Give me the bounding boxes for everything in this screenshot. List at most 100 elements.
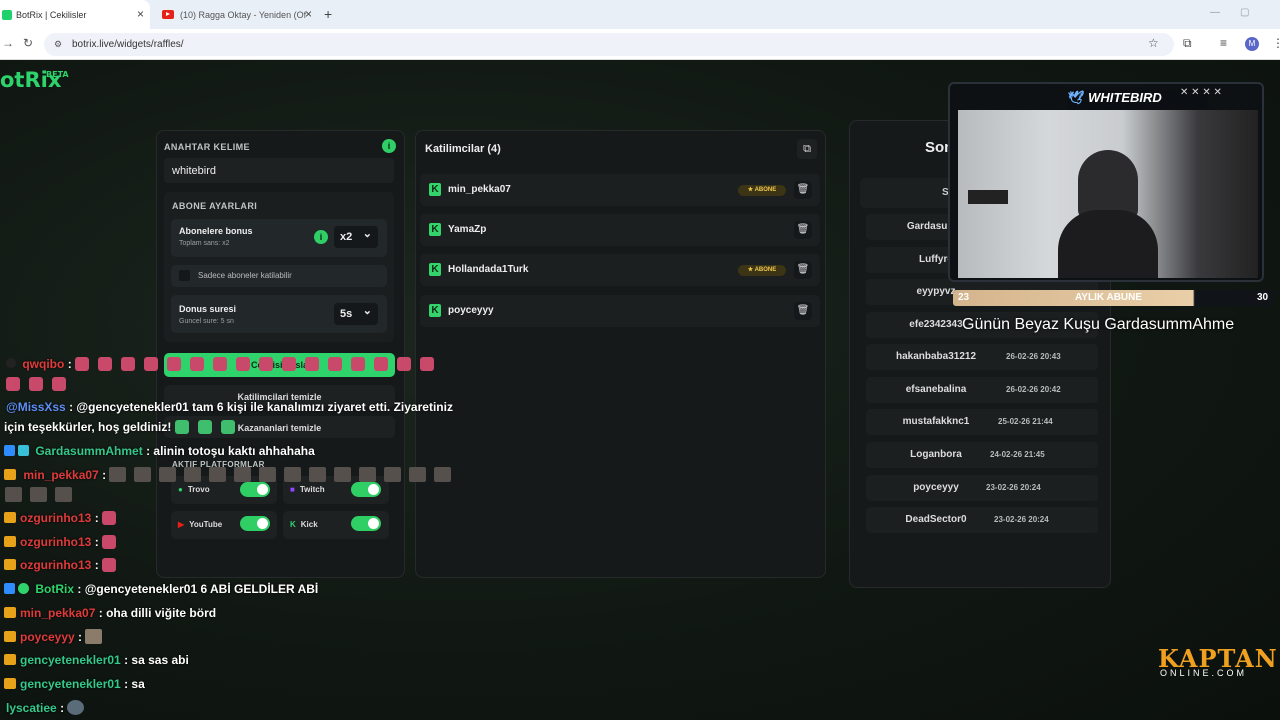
emote-icon [174,420,189,434]
bot-badge-icon [4,445,15,456]
copy-icon[interactable]: ⧉ [797,139,817,159]
emote-icon [409,467,427,482]
winner-name: Loganbora [910,449,962,460]
emote-icon [220,420,235,434]
media-icon[interactable]: ≡ [1220,36,1227,50]
participant-name: Hollandada1Turk [448,264,529,275]
emote-icon [102,535,117,549]
sub-settings-label: ABONE AYARLARI [172,201,258,211]
chat-message: : [94,535,99,549]
winner-row: hakanbaba31212 26-02-26 20:43 [866,344,1098,370]
kick-icon: K [429,183,441,196]
info-icon[interactable]: i [314,230,328,244]
youtube-label: ▶ YouTube [178,520,222,529]
chat-username: qwqibo [22,357,65,371]
emote-icon [236,357,251,371]
kick-toggle[interactable] [351,516,381,531]
chat-line-wrap: için teşekkürler, hoş geldiniz! [4,420,244,434]
emote-icon [102,511,117,525]
chat-message: için teşekkürler, hoş geldiniz! [4,420,172,434]
emote-icon [144,357,159,371]
cam-decoration-icon: ✕ ✕ ✕ ✕ [1180,87,1222,98]
user-badge-icon [6,358,16,368]
sub-bonus-title: Abonelere bonus [179,226,253,236]
platform-name: Trovo [187,485,210,494]
kick-icon: K [429,223,441,236]
chat-message: : oha dilli viğite börd [98,606,217,620]
chat-message: : sa sas abi [124,653,189,667]
chat-line: gencyetenekler01 : sa [4,677,145,691]
chat-message: : [94,511,99,525]
address-bar[interactable]: ⚙ botrix.live/widgets/raffles/ [44,33,1174,56]
emote-icon [213,357,228,371]
chat-line-wrap [6,377,75,391]
bookmark-star-icon[interactable]: ☆ [1148,36,1159,50]
chat-message: : [68,357,443,371]
chat-username: gencyetenekler01 [20,653,121,667]
trovo-toggle[interactable] [240,482,270,497]
minimize-icon[interactable]: — [1210,7,1220,18]
only-subs-checkbox[interactable] [179,270,190,281]
winner-row: poyceyyy 23-02-26 20:24 [866,475,1098,501]
spin-duration-select[interactable]: 5s [334,303,378,325]
extensions-icon[interactable]: ⧉ [1183,36,1192,51]
botrix-logo[interactable]: otRix BETA [0,68,69,92]
spin-duration-subtitle: Guncel sure: 5 sn [179,318,234,325]
tab-title: BotRix | Cekilisler [16,9,87,20]
chat-line: qwqibo : [6,357,443,371]
chat-message: : [102,468,107,482]
sub-goal-target: 30 [1257,292,1269,303]
new-tab-icon[interactable]: + [324,6,332,22]
platform-name: YouTube [189,520,223,529]
chat-username: ozgurinho13 [20,511,92,525]
profile-avatar[interactable]: M [1245,37,1259,51]
delete-icon[interactable]: 🗑 [794,181,812,199]
botrix-favicon-icon [2,9,12,20]
emote-icon [121,357,136,371]
kick-icon: K [290,520,296,529]
chat-username: ozgurinho13 [20,558,92,572]
emote-icon [29,377,43,391]
info-icon[interactable]: i [382,139,396,153]
twitch-toggle[interactable] [351,482,381,497]
close-tab-icon[interactable]: × [305,7,312,21]
winner-date: 25-02-26 21:44 [998,417,1053,426]
emote-icon [98,357,113,371]
keyword-input[interactable]: whitebird [164,158,394,183]
winner-name: DeadSector0 [905,514,967,525]
webcam-overlay: 🕊 WHITEBIRD ✕ ✕ ✕ ✕ [948,82,1264,282]
spin-duration-title: Donus suresi [179,304,237,314]
emote-icon [102,558,117,572]
chat-message: : @gencyetenekler01 tam 6 kişi ile kanal… [69,400,453,414]
emote-icon [374,357,389,371]
sub-bonus-select[interactable]: x2 [334,226,378,248]
browser-toolbar: → ↻ ⚙ botrix.live/widgets/raffles/ ☆ ⧉ ≡… [0,29,1280,60]
twitch-icon: ■ [290,485,295,494]
winner-name: efsanebalina [905,384,967,395]
delete-icon[interactable]: 🗑 [794,221,812,239]
emote-icon [259,467,277,482]
close-tab-icon[interactable]: × [137,7,144,21]
chat-line: GardasummAhmet : alinin totoşu kaktı ahh… [4,444,315,458]
chat-line: ozgurinho13 : [4,535,125,549]
delete-icon[interactable]: 🗑 [794,261,812,279]
emote-icon [184,467,202,482]
sub-badge-label: ABONE [754,267,777,273]
emote-icon [167,357,182,371]
youtube-toggle[interactable] [240,516,270,531]
reload-icon[interactable]: ↻ [23,36,33,50]
winner-date: 24-02-26 21:45 [990,450,1045,459]
tab-botrix[interactable]: BotRix | Cekilisler × [0,0,150,29]
verified-badge-icon [18,583,29,594]
chat-line: gencyetenekler01 : sa sas abi [4,653,189,667]
maximize-icon[interactable]: ▢ [1240,7,1249,18]
platform-name: Twitch [299,485,325,494]
menu-icon[interactable]: ⋮ [1272,36,1280,50]
tab-youtube[interactable]: (10) Ragga Oktay - Yeniden (Of × [158,0,318,29]
site-info-icon[interactable]: ⚙ [54,39,62,50]
chat-message: : sa [124,677,145,691]
delete-icon[interactable]: 🗑 [794,302,812,320]
sub-bonus-subtitle: Toplam sans: x2 [179,240,230,247]
streamer-body [1058,210,1158,278]
forward-icon[interactable]: → [2,36,14,50]
